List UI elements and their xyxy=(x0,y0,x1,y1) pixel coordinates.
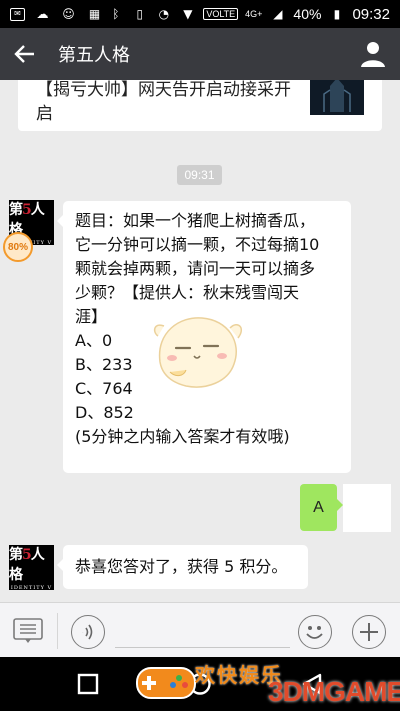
input-bar xyxy=(0,602,400,657)
article-thumbnail xyxy=(310,80,364,115)
notification-icon: ☺ xyxy=(62,7,75,21)
status-bar: ✉ ☁ ☺ ▦ ᛒ ▯ ◔ ▼ VOLTE 4G+ ◢ 40% ▮ 09:32 xyxy=(0,0,400,28)
chat-area[interactable]: 【揭亏大帅】网天告开启动接采开启 09:31 第5人格 IDENTITY V 8… xyxy=(0,80,400,602)
result-text: 恭喜您答对了，获得 5 积分。 xyxy=(75,557,288,576)
bluetooth-icon: ᛒ xyxy=(112,7,120,21)
watermark-brand: 3DMGAME xyxy=(268,676,400,707)
clock: 09:32 xyxy=(352,5,390,23)
question-line: 颗就会掉两颗，请问一天可以摘多 xyxy=(75,259,316,278)
app-icon: ▦ xyxy=(88,7,101,21)
message-input[interactable] xyxy=(115,647,290,648)
answer-option-d: D、852 xyxy=(75,403,134,422)
mascot-sticker-icon xyxy=(153,317,242,388)
floating-percent-badge[interactable]: 80% xyxy=(3,232,33,262)
voice-icon xyxy=(81,624,93,640)
answer-time-note: (5分钟之内输入答案才有效哦) xyxy=(75,427,290,446)
user-reply-text: A xyxy=(313,498,324,516)
emoji-icon xyxy=(306,626,323,639)
back-button[interactable] xyxy=(0,28,50,80)
alarm-icon: ◔ xyxy=(158,7,170,21)
avatar-logo-text: 第5人格 xyxy=(9,547,45,583)
question-line: 它一分钟可以摘一颗，不过每摘10 xyxy=(75,235,320,254)
back-arrow-icon xyxy=(14,45,34,63)
avatar-logo-subtext: IDENTITY V xyxy=(10,585,53,591)
emoji-button[interactable] xyxy=(298,615,332,649)
page-title: 第五人格 xyxy=(58,45,130,66)
previous-card-text: 【揭亏大帅】网天告开启动接采开启 xyxy=(36,80,291,124)
user-reply-bubble[interactable]: A xyxy=(300,484,343,531)
account-avatar[interactable]: 第5人格 IDENTITY V xyxy=(9,545,54,591)
network-type: 4G+ xyxy=(245,9,263,19)
battery-percent: 40% xyxy=(293,6,322,22)
recent-apps-icon[interactable] xyxy=(76,672,100,696)
more-actions-button[interactable] xyxy=(352,615,386,649)
menu-keyboard-toggle-icon[interactable] xyxy=(12,617,44,645)
vibrate-icon: ▯ xyxy=(136,7,144,21)
volte-label: VOLTE xyxy=(203,8,239,20)
result-message-bubble[interactable]: 恭喜您答对了，获得 5 积分。 xyxy=(57,545,308,589)
previous-article-card[interactable]: 【揭亏大帅】网天告开启动接采开启 xyxy=(18,80,382,131)
gamepad-watermark-icon xyxy=(136,667,196,699)
chat-header: 第五人格 xyxy=(0,28,400,80)
signal-icon: ◢ xyxy=(273,7,283,21)
message-timestamp: 09:31 xyxy=(177,165,222,185)
question-line: 题目：如果一个猪爬上树摘香瓜， xyxy=(75,211,316,230)
plus-icon xyxy=(360,623,378,641)
battery-icon: ▮ xyxy=(333,7,341,21)
message-icon: ☁ xyxy=(36,7,49,21)
wifi-icon: ▼ xyxy=(183,7,193,21)
email-icon: ✉ xyxy=(10,7,25,21)
voice-input-button[interactable] xyxy=(71,615,105,649)
self-avatar[interactable] xyxy=(343,484,391,532)
profile-icon[interactable] xyxy=(360,40,386,68)
divider xyxy=(57,613,58,649)
